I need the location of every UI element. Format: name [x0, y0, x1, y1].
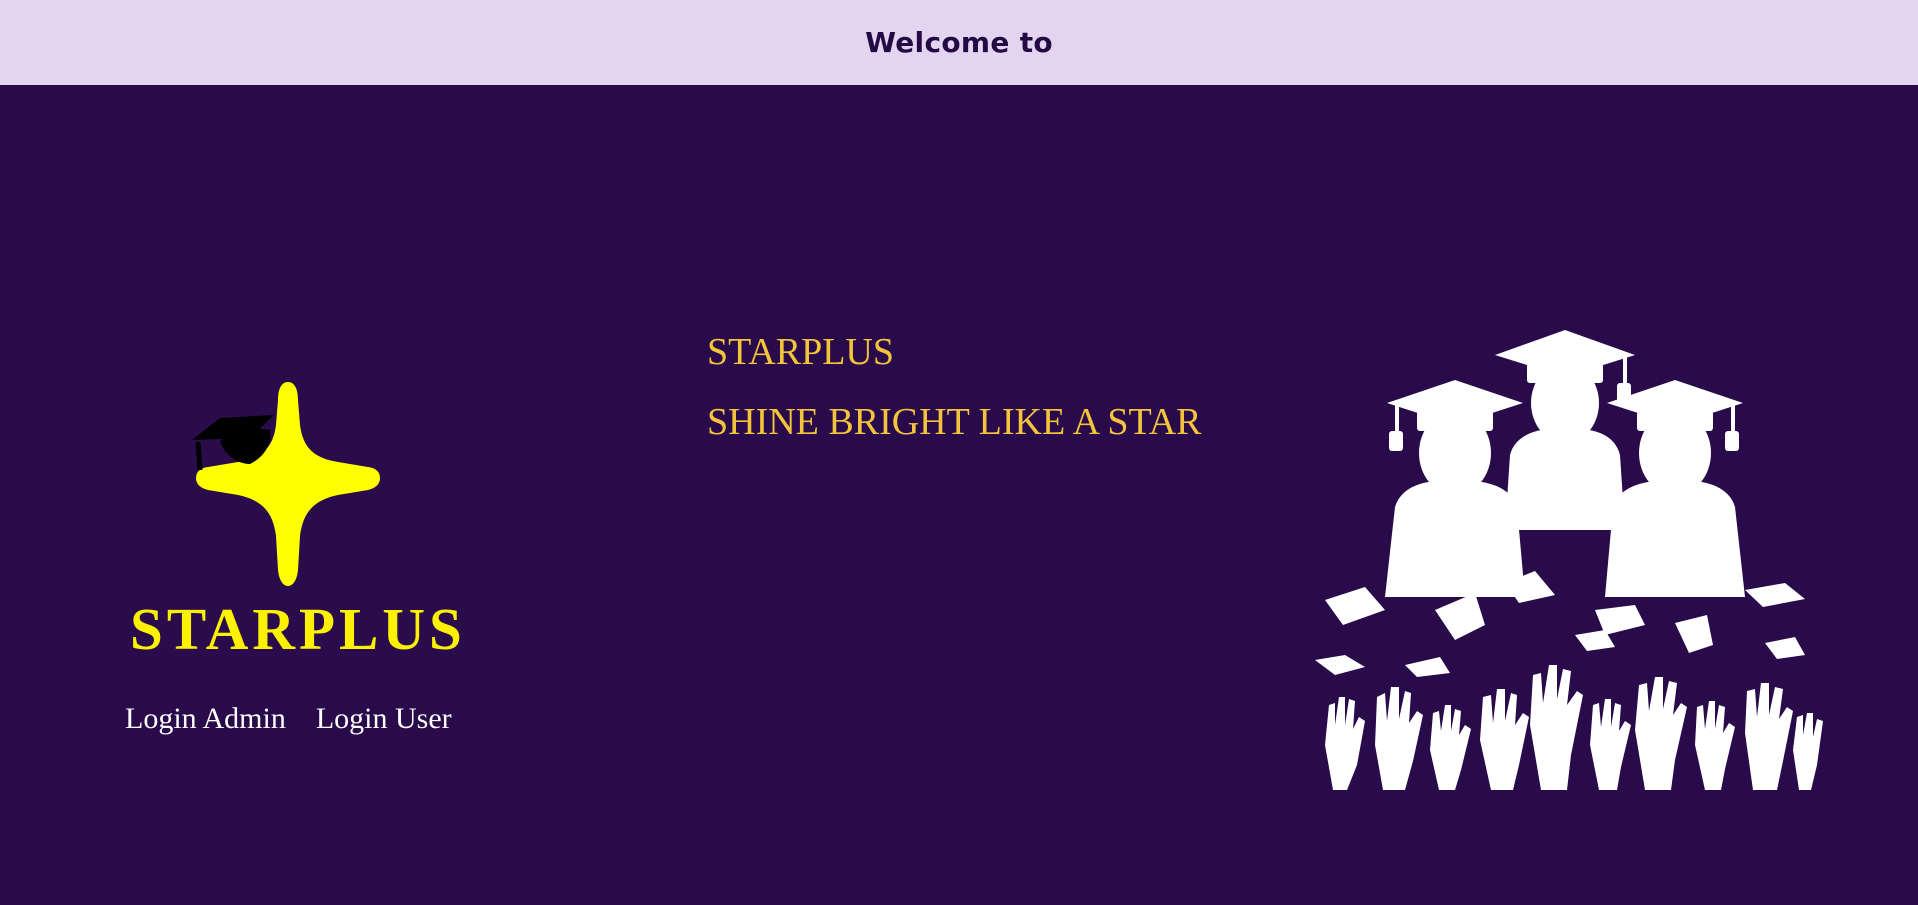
graduates-celebration-icon — [1315, 330, 1823, 790]
raised-hands-icon — [1325, 665, 1823, 790]
top-banner: Welcome to — [0, 0, 1918, 85]
login-user-link[interactable]: Login User — [316, 702, 452, 736]
graduate-left-icon — [1385, 380, 1525, 597]
graduate-center-icon — [1495, 330, 1635, 530]
login-admin-link[interactable]: Login Admin — [125, 702, 286, 736]
graduate-right-icon — [1605, 380, 1745, 597]
hero-brand: STARPLUS — [707, 331, 895, 373]
login-links: Login Admin Login User — [125, 702, 452, 736]
star-icon — [196, 382, 380, 586]
hero-text: STARPLUS SHINE BRIGHT LIKE A STAR — [707, 328, 1202, 446]
logo-wordmark: STARPLUS — [130, 596, 466, 662]
welcome-title: Welcome to — [865, 26, 1053, 59]
hero-tagline: SHINE BRIGHT LIKE A STAR — [707, 401, 1202, 443]
